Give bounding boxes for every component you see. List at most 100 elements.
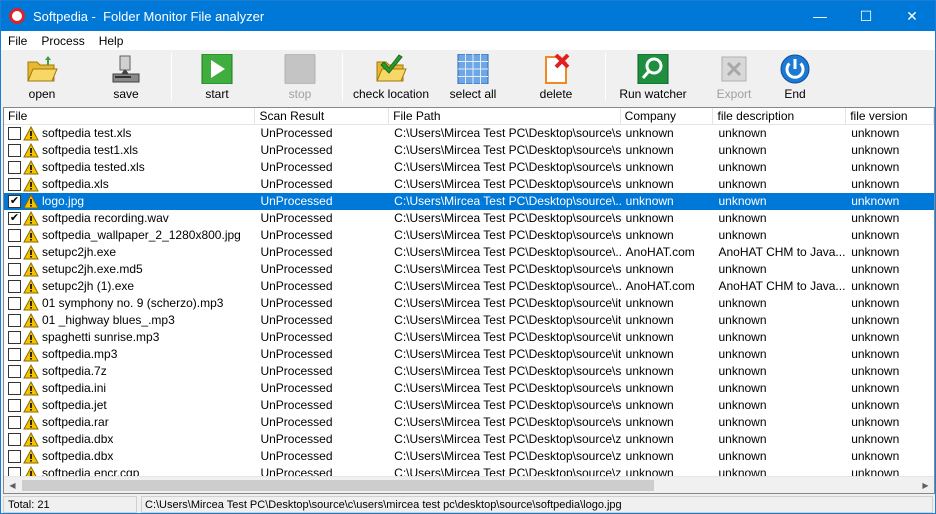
run-watcher-button[interactable]: Run watcher bbox=[608, 53, 698, 103]
row-checkbox[interactable] bbox=[8, 246, 21, 259]
row-checkbox[interactable] bbox=[8, 127, 21, 140]
save-label: save bbox=[113, 87, 139, 101]
save-button[interactable]: save bbox=[83, 53, 169, 103]
table-row[interactable]: softpedia.rar UnProcessed C:\Users\Mircea … bbox=[4, 414, 934, 431]
table-row[interactable]: setupc2jh.exe.md5 UnProcessed C:\Users\Mir… bbox=[4, 261, 934, 278]
column-file-path[interactable]: File Path bbox=[389, 108, 621, 125]
cell-file-version: unknown bbox=[851, 126, 900, 140]
list-header: File Scan Result File Path Company file … bbox=[4, 108, 934, 125]
row-checkbox[interactable] bbox=[8, 382, 21, 395]
stop-button[interactable]: stop bbox=[260, 53, 340, 103]
menu-file[interactable]: File bbox=[1, 31, 34, 51]
table-row[interactable]: ✔ softpedia recording.wav UnProcessed C:\Us… bbox=[4, 210, 934, 227]
table-row[interactable]: softpedia.ini UnProcessed C:\Users\Mircea … bbox=[4, 380, 934, 397]
row-checkbox[interactable] bbox=[8, 161, 21, 174]
cell-file-path: C:\Users\Mircea Test PC\Desktop\source\s… bbox=[394, 364, 621, 378]
column-company[interactable]: Company bbox=[621, 108, 714, 125]
cell-file-path: C:\Users\Mircea Test PC\Desktop\source\s… bbox=[394, 398, 621, 412]
maximize-button[interactable]: ☐ bbox=[843, 1, 889, 31]
row-checkbox[interactable] bbox=[8, 399, 21, 412]
table-row[interactable]: ✔ logo.jpg UnProcessed C:\Users\Mircea Test… bbox=[4, 193, 934, 210]
check-location-button[interactable]: check location bbox=[345, 53, 437, 103]
table-row[interactable]: softpedia.mp3 UnProcessed C:\Users\Mircea … bbox=[4, 346, 934, 363]
softpedia-logo-icon[interactable] bbox=[9, 8, 25, 24]
table-row[interactable]: softpedia.dbx UnProcessed C:\Users\Mircea … bbox=[4, 448, 934, 465]
scroll-track[interactable] bbox=[21, 477, 917, 494]
export-button[interactable]: Export bbox=[698, 53, 770, 103]
stop-label: stop bbox=[288, 87, 312, 101]
cell-file-path: C:\Users\Mircea Test PC\Desktop\source\s… bbox=[394, 381, 621, 395]
scroll-left-icon[interactable]: ◀ bbox=[4, 477, 21, 494]
cell-file-description: unknown bbox=[718, 364, 767, 378]
title-bar[interactable]: Softpedia - Folder Monitor File analyzer… bbox=[1, 1, 935, 31]
start-button[interactable]: start bbox=[174, 53, 260, 103]
cell-file: softpedia.ini bbox=[4, 380, 255, 397]
close-button[interactable]: ✕ bbox=[889, 1, 935, 31]
column-file[interactable]: File bbox=[4, 108, 256, 125]
open-button[interactable]: open bbox=[1, 53, 83, 103]
file-name: softpedia.7z bbox=[42, 364, 107, 378]
cell-scan-result: UnProcessed bbox=[260, 160, 333, 174]
row-checkbox[interactable] bbox=[8, 229, 21, 242]
table-row[interactable]: softpedia_wallpaper_2_1280x800.jpg UnProc… bbox=[4, 227, 934, 244]
table-row[interactable]: softpedia.7z UnProcessed C:\Users\Mircea T… bbox=[4, 363, 934, 380]
column-file-description[interactable]: file description bbox=[713, 108, 847, 125]
row-checkbox[interactable] bbox=[8, 144, 21, 157]
cell-file: setupc2jh.exe.md5 bbox=[4, 261, 255, 278]
row-checkbox[interactable] bbox=[8, 280, 21, 293]
cell-file: softpedia test1.xls bbox=[4, 142, 255, 159]
table-row[interactable]: 01 symphony no. 9 (scherzo).mp3 UnProcess… bbox=[4, 295, 934, 312]
file-name: spaghetti sunrise.mp3 bbox=[42, 330, 160, 344]
row-checkbox[interactable]: ✔ bbox=[8, 212, 21, 225]
table-row[interactable]: softpedia.jet UnProcessed C:\Users\Mircea … bbox=[4, 397, 934, 414]
cell-file-path: C:\Users\Mircea Test PC\Desktop\source\s… bbox=[394, 177, 621, 191]
row-checkbox[interactable] bbox=[8, 450, 21, 463]
end-button[interactable]: End bbox=[770, 53, 820, 103]
table-row[interactable]: softpedia.xls UnProcessed C:\Users\Mircea … bbox=[4, 176, 934, 193]
table-row[interactable]: setupc2jh.exe UnProcessed C:\Users\Mircea … bbox=[4, 244, 934, 261]
cell-scan-result: UnProcessed bbox=[260, 432, 333, 446]
cell-file-version: unknown bbox=[851, 398, 900, 412]
cell-file-version: unknown bbox=[851, 347, 900, 361]
scroll-thumb[interactable] bbox=[22, 479, 654, 491]
cell-scan-result: UnProcessed bbox=[260, 330, 333, 344]
column-file-version[interactable]: file version bbox=[846, 108, 934, 125]
cell-file: softpedia.dbx bbox=[4, 448, 255, 465]
table-row[interactable]: softpedia test.xls UnProcessed C:\Users\Mi… bbox=[4, 125, 934, 142]
row-checkbox[interactable] bbox=[8, 297, 21, 310]
cell-file: 01 _highway blues_.mp3 bbox=[4, 312, 255, 329]
file-list[interactable]: File Scan Result File Path Company file … bbox=[3, 107, 935, 494]
cell-file-description: unknown bbox=[718, 330, 767, 344]
row-checkbox[interactable]: ✔ bbox=[8, 195, 21, 208]
cell-file-version: unknown bbox=[851, 415, 900, 429]
scroll-right-icon[interactable]: ▶ bbox=[917, 477, 934, 494]
horizontal-scrollbar[interactable]: ◀ ▶ bbox=[4, 476, 934, 493]
table-row[interactable]: softpedia.dbx UnProcessed C:\Users\Mircea … bbox=[4, 431, 934, 448]
row-checkbox[interactable] bbox=[8, 178, 21, 191]
table-row[interactable]: softpedia tested.xls UnProcessed C:\Users\… bbox=[4, 159, 934, 176]
cell-file-version: unknown bbox=[851, 228, 900, 242]
folder-check-icon bbox=[374, 53, 408, 85]
row-checkbox[interactable] bbox=[8, 348, 21, 361]
cell-file: spaghetti sunrise.mp3 bbox=[4, 329, 255, 346]
file-name: softpedia.rar bbox=[42, 415, 109, 429]
row-checkbox[interactable] bbox=[8, 314, 21, 327]
row-checkbox[interactable] bbox=[8, 416, 21, 429]
row-checkbox[interactable] bbox=[8, 365, 21, 378]
menu-help[interactable]: Help bbox=[92, 31, 131, 51]
row-checkbox[interactable] bbox=[8, 331, 21, 344]
table-row[interactable]: softpedia test1.xls UnProcessed C:\Users\M… bbox=[4, 142, 934, 159]
export-excel-icon bbox=[717, 53, 751, 85]
table-row[interactable]: setupc2jh (1).exe UnProcessed C:\Users\Mir… bbox=[4, 278, 934, 295]
column-scan-result[interactable]: Scan Result bbox=[255, 108, 390, 125]
row-checkbox[interactable] bbox=[8, 433, 21, 446]
status-bar: Total: 21 C:\Users\Mircea Test PC\Deskto… bbox=[1, 495, 935, 513]
folder-open-icon bbox=[25, 53, 59, 85]
menu-process[interactable]: Process bbox=[34, 31, 91, 51]
table-row[interactable]: spaghetti sunrise.mp3 UnProcessed C:\Users… bbox=[4, 329, 934, 346]
delete-button[interactable]: delete bbox=[509, 53, 603, 103]
row-checkbox[interactable] bbox=[8, 263, 21, 276]
minimize-button[interactable]: — bbox=[797, 1, 843, 31]
select-all-button[interactable]: select all bbox=[437, 53, 509, 103]
table-row[interactable]: 01 _highway blues_.mp3 UnProcessed C:\User… bbox=[4, 312, 934, 329]
